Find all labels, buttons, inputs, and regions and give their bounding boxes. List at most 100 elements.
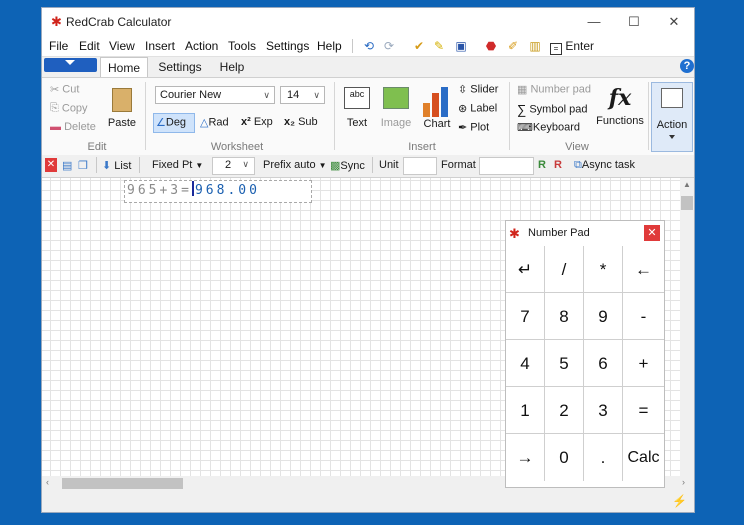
cut-button[interactable]: ✂ Cut (50, 83, 79, 96)
pen-icon: ✒ (458, 122, 468, 134)
key-decimal[interactable]: . (584, 434, 623, 481)
close-button[interactable]: ✕ (654, 8, 694, 36)
key-enter[interactable]: ↵ (506, 246, 545, 293)
symbol-pad-button[interactable]: ∑ Symbol pad (517, 102, 587, 117)
vertical-scroll-thumb[interactable] (681, 196, 693, 210)
keyboard-button[interactable]: ⌨Keyboard (517, 121, 580, 134)
sub-button[interactable]: x₂ Sub (284, 116, 318, 128)
key-7[interactable]: 7 (506, 293, 545, 340)
action-label: Action (656, 119, 688, 131)
key-3[interactable]: 3 (584, 387, 623, 434)
key-6[interactable]: 6 (584, 340, 623, 387)
undo-icon[interactable]: ⟲ (360, 37, 378, 55)
number-pad-title: Number Pad (528, 227, 590, 239)
insert-chart-button[interactable]: Chart (420, 87, 454, 130)
arrow-down-icon: ⬇ (102, 160, 112, 172)
menu-view[interactable]: View (109, 39, 135, 53)
key-multiply[interactable]: * (584, 246, 623, 293)
insert-plot-button[interactable]: ✒ Plot (458, 121, 489, 134)
ribbon: ✂ Cut ⎘ Copy ▬ Delete Paste Edit Courier… (42, 77, 694, 156)
insert-text-button[interactable]: abc Text (341, 87, 373, 129)
exp-button[interactable]: x² Exp (241, 116, 273, 128)
file-menu-button[interactable] (44, 58, 97, 72)
resize-grip-icon[interactable]: ⚡ (672, 494, 687, 508)
key-5[interactable]: 5 (545, 340, 584, 387)
rad-button[interactable]: △Rad (200, 116, 229, 129)
deg-button[interactable]: ∠Deg (156, 116, 186, 129)
menu-file[interactable]: File (49, 39, 68, 53)
key-4[interactable]: 4 (506, 340, 545, 387)
menu-settings[interactable]: Settings (266, 39, 309, 53)
tab-settings[interactable]: Settings (155, 57, 205, 77)
key-9[interactable]: 9 (584, 293, 623, 340)
prefix-label: Prefix auto (263, 159, 316, 171)
help-icon[interactable]: ? (680, 59, 694, 73)
minimize-button[interactable]: — (574, 8, 614, 36)
enter-button[interactable]: = Enter (550, 37, 598, 55)
toolbar-divider (139, 157, 140, 173)
font-family-select[interactable]: Courier New ∨ (155, 86, 275, 104)
list-button[interactable]: ⬇ List (102, 159, 131, 172)
tab-help[interactable]: Help (214, 57, 250, 77)
duplicate-icon[interactable]: ❐ (78, 159, 88, 172)
insert-image-button[interactable]: Image (378, 87, 414, 129)
menu-action[interactable]: Action (185, 39, 218, 53)
key-divide[interactable]: / (545, 246, 584, 293)
key-0[interactable]: 0 (545, 434, 584, 481)
insert-label-button[interactable]: ⊛ Label (458, 102, 497, 115)
tab-home[interactable]: Home (100, 57, 148, 78)
action-button[interactable]: Action (651, 82, 693, 152)
key-8[interactable]: 8 (545, 293, 584, 340)
menu-insert[interactable]: Insert (145, 39, 175, 53)
check-icon[interactable]: ✔ (410, 37, 428, 55)
vertical-scrollbar[interactable]: ▲ (680, 178, 694, 476)
key-calc[interactable]: Calc (623, 434, 664, 481)
key-equals[interactable]: = (623, 387, 664, 434)
key-right-arrow[interactable]: → (506, 434, 545, 481)
highlight-icon[interactable]: ✎ (430, 37, 448, 55)
clear-icon[interactable]: ✐ (504, 37, 522, 55)
scroll-right-icon[interactable]: › (682, 477, 685, 487)
insert-slider-button[interactable]: ⇳ Slider (458, 83, 498, 96)
menu-tools[interactable]: Tools (228, 39, 256, 53)
key-plus[interactable]: + (623, 340, 664, 387)
sync-label: Sync (340, 160, 365, 172)
result-green-icon[interactable]: R (538, 159, 546, 171)
paste-button[interactable]: Paste (105, 88, 139, 129)
deg-label: Deg (165, 116, 187, 129)
redo-icon[interactable]: ⟳ (380, 37, 398, 55)
key-1[interactable]: 1 (506, 387, 545, 434)
menu-edit[interactable]: Edit (79, 39, 100, 53)
number-pad-close-button[interactable]: ✕ (644, 225, 660, 241)
close-sheet-icon[interactable]: ✕ (45, 158, 57, 172)
delete-button[interactable]: ▬ Delete (50, 121, 96, 133)
expression-box[interactable]: 965+3= 968.00 (124, 180, 312, 203)
text-box-icon: abc (344, 87, 370, 109)
scroll-up-icon[interactable]: ▲ (683, 180, 691, 189)
horizontal-scroll-thumb[interactable] (62, 478, 183, 489)
scroll-left-icon[interactable]: ‹ (46, 477, 49, 487)
window-icon[interactable]: ▤ (62, 159, 72, 172)
prefix-dropdown[interactable]: Prefix auto ▼ (263, 159, 327, 171)
font-size-select[interactable]: 14 ∨ (280, 86, 325, 104)
number-pad-button[interactable]: ▦ Number pad (517, 83, 591, 96)
decimals-select[interactable]: 2 ∨ (212, 157, 255, 175)
menu-help[interactable]: Help (317, 39, 342, 53)
stop-icon[interactable]: ⬣ (482, 37, 500, 55)
equals-box-icon: = (550, 43, 562, 55)
key-2[interactable]: 2 (545, 387, 584, 434)
result-red-icon[interactable]: R (554, 159, 562, 171)
fixed-point-dropdown[interactable]: Fixed Pt ▼ (152, 159, 203, 171)
unit-input[interactable] (403, 157, 437, 175)
trash-icon[interactable]: ▥ (526, 37, 544, 55)
key-backspace[interactable]: ← (623, 246, 664, 293)
format-input[interactable] (479, 157, 534, 175)
functions-button[interactable]: fx Functions (595, 85, 645, 127)
format-toolbar: ✕ ▤ ❐ ⬇ List Fixed Pt ▼ 2 ∨ Prefix auto … (42, 155, 694, 178)
sync-button[interactable]: ▩Sync (330, 159, 365, 172)
key-minus[interactable]: - (623, 293, 664, 340)
async-task-button[interactable]: ⧉Async task (574, 159, 635, 172)
save-icon[interactable]: ▣ (452, 37, 470, 55)
maximize-button[interactable]: ☐ (614, 8, 654, 36)
copy-button[interactable]: ⎘ Copy (50, 102, 88, 115)
